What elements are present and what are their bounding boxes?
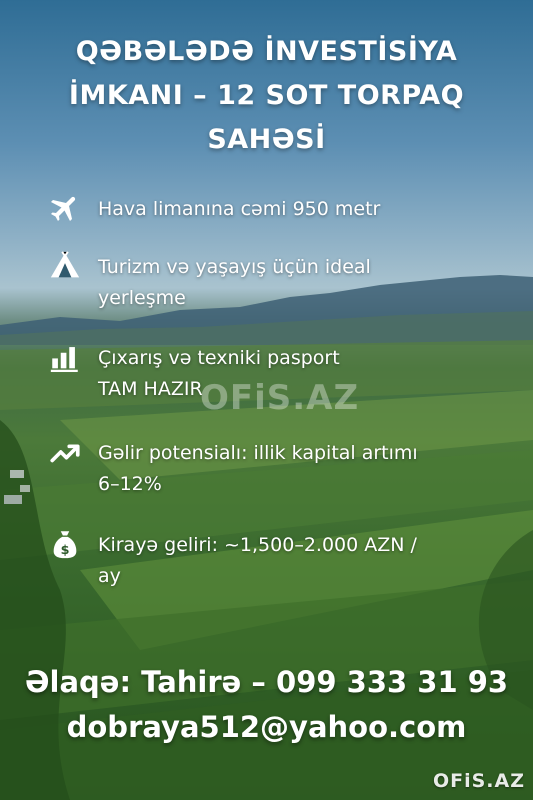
airplane-icon <box>50 196 76 222</box>
headline: QƏBƏLƏDƏ İNVESTİSİYA İMKANI – 12 SOT TOR… <box>20 30 513 162</box>
contact-email: dobraya512@yahoo.com <box>66 710 467 744</box>
feature-text-line: Kirayə geliri: ~1,500–2.000 AZN / <box>98 534 417 556</box>
bar-chart-icon <box>50 347 78 373</box>
feature-rental-income: $ Kirayə geliri: ~1,500–2.000 AZN / ay <box>48 530 498 592</box>
headline-line-2: İMKANI – 12 SOT TORPAQ <box>68 80 465 111</box>
feature-airport-distance: Hava limanına cəmi 950 metr <box>48 194 498 225</box>
feature-text-line: 6–12% <box>98 473 162 495</box>
svg-text:$: $ <box>61 543 70 558</box>
site-logo: OFiS.AZ <box>432 770 525 792</box>
watermark: OFiS.AZ <box>200 378 360 418</box>
headline-line-1: QƏBƏLƏDƏ İNVESTİSİYA <box>75 36 458 67</box>
feature-text-line: ay <box>98 565 121 587</box>
feature-text-line: Çıxarış və texniki pasport <box>98 347 340 369</box>
feature-text-line: Hava limanına cəmi 950 metr <box>98 198 381 220</box>
feature-tourism-location: Turizm və yaşayış üçün ideal yerleşme <box>48 251 498 314</box>
money-bag-icon: $ <box>53 531 77 559</box>
headline-line-3: SAHƏSİ <box>207 124 326 155</box>
feature-text-line: yerleşme <box>98 287 186 309</box>
feature-text-line: Gəlir potensialı: illik kapital artımı <box>98 442 418 464</box>
tent-icon <box>50 251 80 278</box>
feature-text-line: Turizm və yaşayış üçün ideal <box>98 256 371 278</box>
poster: QƏBƏLƏDƏ İNVESTİSİYA İMKANI – 12 SOT TOR… <box>0 0 533 800</box>
feature-income-potential: Gəlir potensialı: illik kapital artımı 6… <box>48 438 498 500</box>
trend-up-icon <box>50 444 80 463</box>
contact-phone: Əlaqə: Tahirə – 099 333 31 93 <box>24 665 509 699</box>
